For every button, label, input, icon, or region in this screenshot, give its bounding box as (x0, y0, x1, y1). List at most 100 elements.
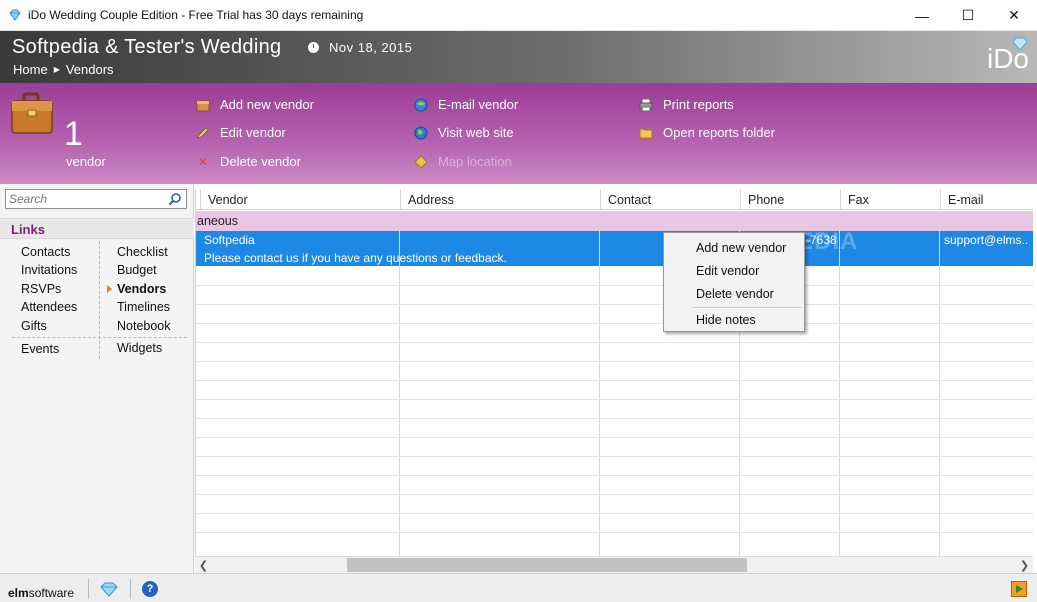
map-sign-icon (414, 154, 428, 169)
grid-row-line (196, 380, 1033, 381)
elm-software-logo[interactable]: elmsoftware (8, 586, 74, 600)
context-edit-vendor[interactable]: Edit vendor (696, 264, 759, 278)
footer-separator (88, 579, 89, 599)
globe-mail-icon (414, 98, 428, 112)
folder-icon (639, 126, 653, 140)
grid-column-line (399, 231, 400, 556)
nav-row-divider (12, 337, 187, 338)
edit-vendor-button[interactable]: Edit vendor (196, 125, 286, 140)
window-title: iDo Wedding Couple Edition - Free Trial … (28, 8, 364, 22)
vendor-grid: Vendor Address Contact Phone Fax E-mail … (195, 189, 1033, 556)
delete-vendor-label: Delete vendor (220, 154, 301, 169)
delete-vendor-button[interactable]: ✕ Delete vendor (196, 154, 301, 169)
grid-row-line (196, 418, 1033, 419)
grid-row-line (196, 399, 1033, 400)
cell-email: support@elms.. (944, 233, 1029, 247)
delete-x-icon: ✕ (197, 154, 209, 169)
context-add-vendor[interactable]: Add new vendor (696, 241, 786, 255)
print-reports-label: Print reports (663, 97, 734, 112)
grid-row-line (196, 456, 1033, 457)
sidebar-item-invitations[interactable]: Invitations (21, 263, 77, 277)
globe-icon (414, 126, 428, 140)
column-header-phone[interactable]: Phone (740, 189, 840, 210)
sidebar-item-timelines[interactable]: Timelines (117, 300, 170, 314)
window-titlebar: iDo Wedding Couple Edition - Free Trial … (0, 0, 1037, 31)
column-header-vendor[interactable]: Vendor (200, 189, 400, 210)
nav-column-divider (99, 241, 100, 359)
maximize-button[interactable]: ☐ (945, 0, 991, 31)
grid-row-line (196, 437, 1033, 438)
links-header: Links (0, 218, 194, 239)
sidebar-item-widgets[interactable]: Widgets (117, 341, 162, 355)
sidebar-item-events[interactable]: Events (21, 342, 59, 356)
sidebar-item-vendors-label: Vendors (117, 282, 167, 296)
brand-suffix: software (28, 586, 75, 600)
context-delete-vendor[interactable]: Delete vendor (696, 287, 774, 301)
diamond-icon[interactable] (99, 581, 119, 597)
sidebar-item-notebook[interactable]: Notebook (117, 319, 171, 333)
visit-website-label: Visit web site (438, 125, 514, 140)
context-menu-separator (692, 307, 802, 308)
map-location-button[interactable]: Map location (414, 154, 512, 169)
breadcrumb-arrow-icon: ▶ (53, 65, 60, 74)
sidebar-item-vendors[interactable]: Vendors (107, 282, 167, 296)
grid-row-line (196, 304, 1033, 305)
briefcase-icon (11, 92, 53, 134)
breadcrumb-vendors: Vendors (65, 62, 114, 77)
table-row[interactable]: Softpedia -7638 support@elms.. Please co… (196, 231, 1033, 266)
diamond-icon (9, 9, 21, 21)
vendor-count-label: vendor (66, 154, 106, 169)
column-header-address[interactable]: Address (400, 189, 600, 210)
search-input[interactable] (6, 190, 164, 208)
search-box (5, 189, 187, 209)
grid-row-line (196, 361, 1033, 362)
sidebar-item-budget[interactable]: Budget (117, 263, 157, 277)
group-label: aneous (197, 214, 239, 228)
grid-column-line (599, 231, 600, 556)
help-icon[interactable]: ? (142, 581, 158, 597)
grid-column-line (839, 231, 840, 556)
breadcrumb-home[interactable]: Home (13, 62, 48, 77)
search-icon[interactable] (168, 192, 182, 206)
email-vendor-button[interactable]: E-mail vendor (414, 97, 518, 112)
status-bar: elmsoftware ? (0, 573, 1037, 602)
box-icon (196, 98, 210, 112)
scrollbar-thumb[interactable] (347, 558, 747, 572)
context-hide-notes[interactable]: Hide notes (696, 313, 756, 327)
wedding-header: Softpedia & Tester's Wedding Nov 18, 201… (0, 31, 1037, 83)
play-icon[interactable] (1011, 581, 1027, 597)
email-vendor-label: E-mail vendor (438, 97, 519, 112)
scroll-right-icon[interactable]: ❯ (1016, 557, 1033, 574)
wedding-date: Nov 18, 2015 (329, 40, 413, 55)
sidebar-item-checklist[interactable]: Checklist (117, 245, 168, 259)
print-reports-button[interactable]: Print reports (639, 97, 734, 112)
grid-row-line (196, 532, 1033, 533)
footer-separator (130, 579, 131, 599)
sidebar-item-gifts[interactable]: Gifts (21, 319, 47, 333)
column-header-contact[interactable]: Contact (600, 189, 740, 210)
grid-column-line (939, 231, 940, 556)
close-button[interactable]: ✕ (991, 0, 1037, 31)
context-menu: Add new vendor Edit vendor Delete vendor… (663, 232, 805, 332)
add-vendor-label: Add new vendor (220, 97, 314, 112)
cell-phone: -7638 (806, 233, 837, 247)
visit-website-button[interactable]: Visit web site (414, 125, 514, 140)
links-title: Links (11, 222, 45, 237)
sidebar-item-rsvps[interactable]: RSVPs (21, 282, 61, 296)
open-reports-folder-label: Open reports folder (663, 125, 776, 140)
group-row[interactable]: aneous (196, 211, 1033, 231)
column-header-email[interactable]: E-mail (940, 189, 1033, 210)
column-header-fax[interactable]: Fax (840, 189, 940, 210)
brand-prefix: elm (8, 586, 29, 600)
add-vendor-button[interactable]: Add new vendor (196, 97, 314, 112)
sidebar-item-contacts[interactable]: Contacts (21, 245, 70, 259)
open-reports-folder-button[interactable]: Open reports folder (639, 125, 775, 140)
app-logo: iDo (986, 43, 1029, 74)
grid-row-line (196, 475, 1033, 476)
horizontal-scrollbar[interactable]: ❮ ❯ (195, 556, 1033, 573)
scroll-left-icon[interactable]: ❮ (195, 557, 212, 574)
minimize-button[interactable]: — (899, 0, 945, 31)
sidebar-item-attendees[interactable]: Attendees (21, 300, 77, 314)
grid-row-line (196, 494, 1033, 495)
pencil-icon (196, 126, 210, 140)
